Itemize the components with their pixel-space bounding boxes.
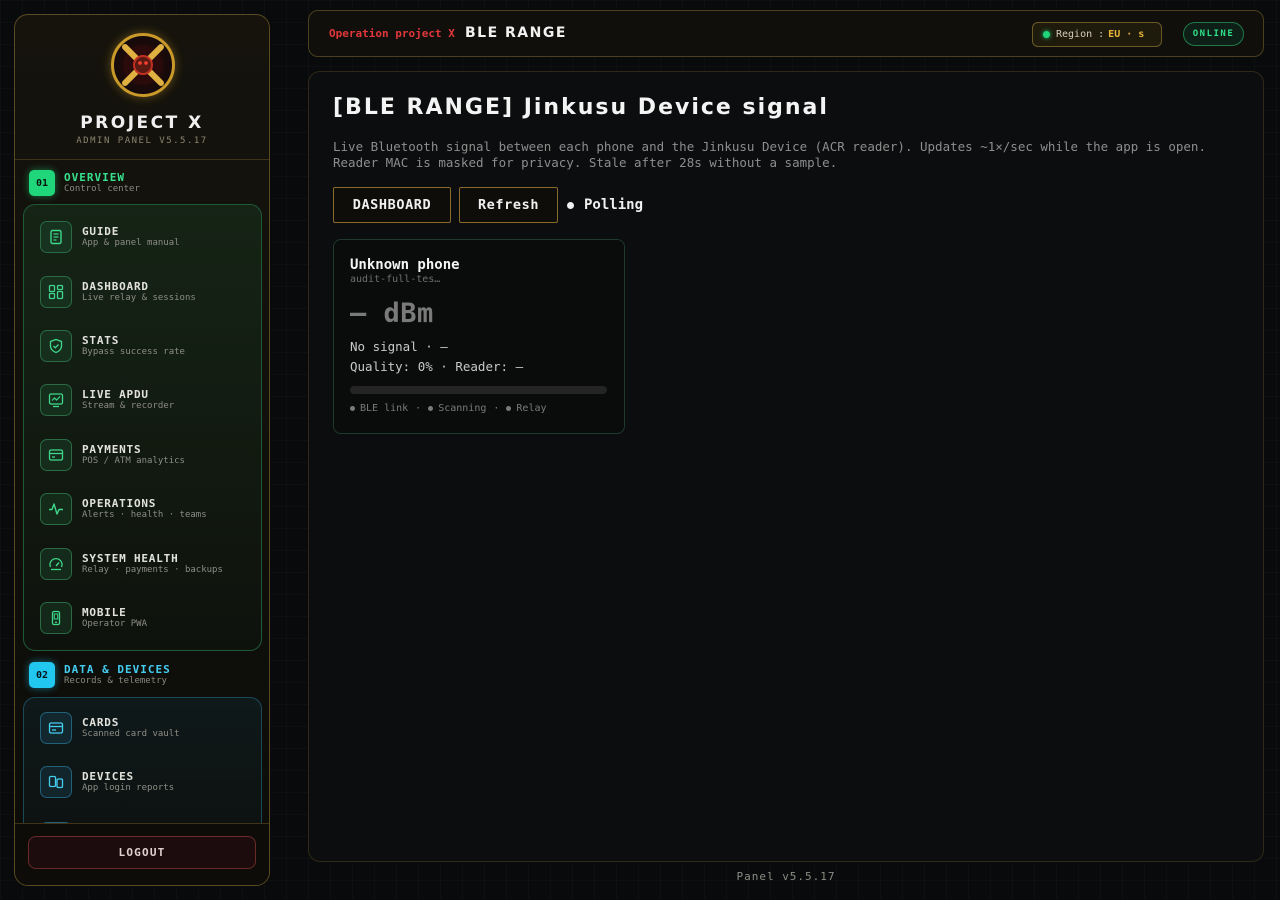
project-x-logo	[111, 33, 175, 97]
panel-version: Panel v5.5.17	[736, 870, 836, 883]
section-subtitle: Records & telemetry	[64, 676, 167, 687]
card-title: Unknown phone	[350, 257, 460, 273]
sidebar-item-label: MOBILE	[82, 606, 127, 619]
status-dot-icon	[1043, 31, 1050, 38]
signal-status: No signal · —	[350, 339, 448, 354]
separator: ·	[493, 403, 500, 414]
status-dot-icon	[428, 406, 434, 411]
sidebar-item-sub: Relay · payments · backups	[82, 565, 223, 576]
sidebar-item-dashboard[interactable]: DASHBOARD Live relay & sessions	[40, 276, 196, 308]
dashboard-button[interactable]: DASHBOARD	[333, 187, 451, 223]
region-selector[interactable]: Region : EU · s	[1032, 22, 1162, 47]
dashboard-icon	[40, 276, 72, 308]
brand-header: PROJECT X ADMIN PANEL V5.5.17	[15, 15, 269, 160]
signal-dbm-value: — dBm	[350, 298, 434, 329]
logout-button[interactable]: LOGOUT	[28, 836, 256, 869]
brand-subtitle: ADMIN PANEL V5.5.17	[76, 136, 208, 146]
gauge-icon	[40, 548, 72, 580]
sidebar-item-label: OPERATIONS	[82, 497, 157, 510]
sidebar-item-cards[interactable]: CARDS Scanned card vault	[40, 712, 180, 744]
sidebar-item-sub: POS / ATM analytics	[82, 456, 185, 467]
section-title: OVERVIEW	[64, 170, 125, 184]
sidebar-item-sub: Stream & recorder	[82, 401, 175, 412]
sidebar-item-label: GUIDE	[82, 225, 120, 238]
device-signal-card[interactable]: Unknown phone audit-full-tes… — dBm No s…	[333, 239, 625, 434]
crossed-swords-icon	[122, 44, 164, 86]
sidebar-item-sub: App login reports	[82, 783, 175, 794]
sidebar: PROJECT X ADMIN PANEL V5.5.17 01 OVERVIE…	[14, 14, 270, 886]
shield-icon	[40, 330, 72, 362]
sidebar-item-guide[interactable]: GUIDE App & panel manual	[40, 221, 180, 253]
polling-indicator: Polling	[567, 197, 643, 213]
region-value: EU · s	[1108, 29, 1145, 40]
quality-progress-bar	[350, 386, 607, 394]
separator: ·	[415, 403, 422, 414]
devices-icon	[40, 766, 72, 798]
sidebar-item-operations[interactable]: OPERATIONS Alerts · health · teams	[40, 493, 207, 525]
main-panel: [BLE RANGE] Jinkusu Device signal Live B…	[308, 71, 1264, 862]
sidebar-item-sub: Alerts · health · teams	[82, 510, 207, 521]
quality-reader-text: Quality: 0% · Reader: —	[350, 359, 524, 374]
topbar: Operation project X BLE RANGE Region : E…	[308, 10, 1264, 57]
card-icon	[40, 712, 72, 744]
sidebar-item-sub: Operator PWA	[82, 619, 148, 630]
section-number: 01	[29, 170, 55, 196]
section-number: 02	[29, 662, 55, 688]
polling-dot-icon	[567, 201, 574, 209]
sidebar-item-label: LIVE APDU	[82, 388, 149, 401]
phone-icon	[40, 602, 72, 634]
sidebar-item-label: SYSTEM HEALTH	[82, 552, 179, 565]
sidebar-item-sub: Live relay & sessions	[82, 293, 196, 304]
region-label: Region :	[1056, 29, 1105, 40]
status-scanning: Scanning	[438, 403, 487, 414]
sidebar-item-sub: App & panel manual	[82, 238, 180, 249]
polling-label: Polling	[584, 197, 644, 213]
page-title: [BLE RANGE] Jinkusu Device signal	[333, 95, 829, 120]
sidebar-item-label: PAYMENTS	[82, 443, 142, 456]
sidebar-item-label: CARDS	[82, 716, 120, 729]
sidebar-item-system-health[interactable]: SYSTEM HEALTH Relay · payments · backups	[40, 548, 223, 580]
sidebar-item-live-apdu[interactable]: LIVE APDU Stream & recorder	[40, 384, 174, 416]
sidebar-item-mobile[interactable]: MOBILE Operator PWA	[40, 602, 147, 634]
sidebar-item-label: STATS	[82, 334, 120, 347]
link-status-row: BLE link · Scanning · Relay	[350, 403, 547, 414]
sidebar-item-sub: Scanned card vault	[82, 729, 180, 740]
sidebar-item-payments[interactable]: PAYMENTS POS / ATM analytics	[40, 439, 185, 471]
page-description: Live Bluetooth signal between each phone…	[333, 139, 1206, 170]
sidebar-item-label: DASHBOARD	[82, 280, 149, 293]
brand-title: PROJECT X	[80, 113, 204, 133]
section-subtitle: Control center	[64, 184, 140, 195]
sidebar-item-sub: Bypass success rate	[82, 347, 185, 358]
breadcrumb-operation[interactable]: Operation project X	[329, 27, 455, 40]
sidebar-item-stats[interactable]: STATS Bypass success rate	[40, 330, 185, 362]
status-ble-link: BLE link	[360, 403, 409, 414]
section-title: DATA & DEVICES	[64, 662, 171, 676]
online-status-badge: ONLINE	[1183, 22, 1244, 46]
sidebar-item-devices[interactable]: DEVICES App login reports	[40, 766, 174, 798]
sidebar-item-label: DEVICES	[82, 770, 134, 783]
overview-group: GUIDE App & panel manual DASHBOARD Live …	[23, 204, 262, 651]
section-data-devices-header[interactable]: 02 DATA & DEVICES Records & telemetry	[29, 662, 171, 688]
status-relay: Relay	[516, 403, 547, 414]
section-overview-header[interactable]: 01 OVERVIEW Control center	[29, 170, 140, 196]
status-dot-icon	[506, 406, 512, 411]
refresh-button[interactable]: Refresh	[459, 187, 558, 223]
payment-icon	[40, 439, 72, 471]
monitor-icon	[40, 384, 72, 416]
pulse-icon	[40, 493, 72, 525]
document-icon	[40, 221, 72, 253]
card-subtitle: audit-full-tes…	[350, 274, 441, 285]
status-dot-icon	[350, 406, 355, 411]
breadcrumb-page: BLE RANGE	[465, 25, 567, 41]
